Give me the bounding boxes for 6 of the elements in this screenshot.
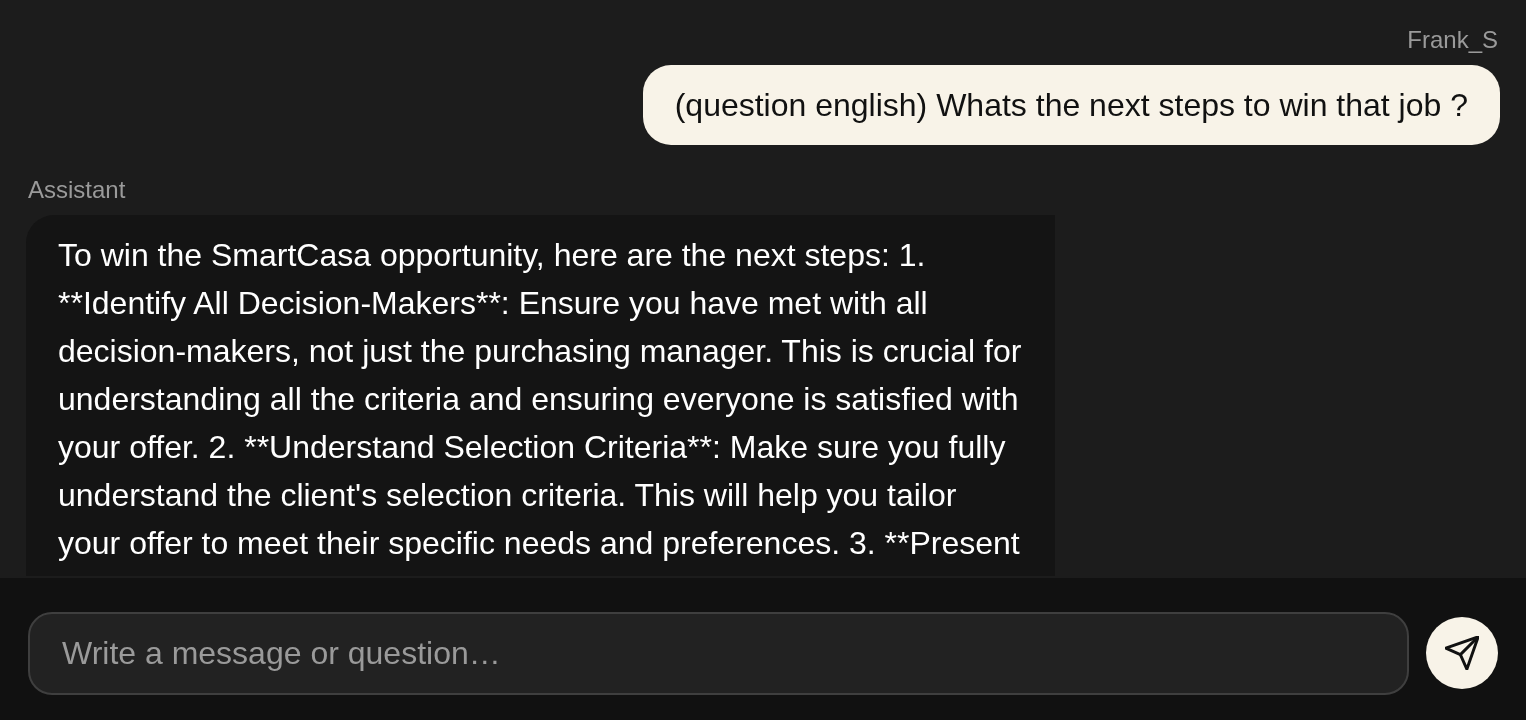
sender-name: Assistant (27, 178, 126, 202)
sender-name: Frank_S (1407, 28, 1499, 52)
assistant-message: To win the SmartCasa opportunity, here are the next steps: 1. **Identify All Decision-Makers**: Ensure you have met with all decision-makers, not just the purchasing manager. This is crucial for understanding all the criteria and ensuring everyone is satisfied with your offer. 2. **Understand Selection Criteria**: Make sure you fully understand the client's selection criteria. This will help you tailor your offer to meet their specific needs and preferences. 3. **Present (26, 215, 1055, 576)
message-input[interactable]: Write a message or question… (28, 611, 1409, 695)
send-icon (1445, 636, 1479, 670)
user-message: (question english) Whats the next steps to win that job ? (642, 65, 1500, 145)
